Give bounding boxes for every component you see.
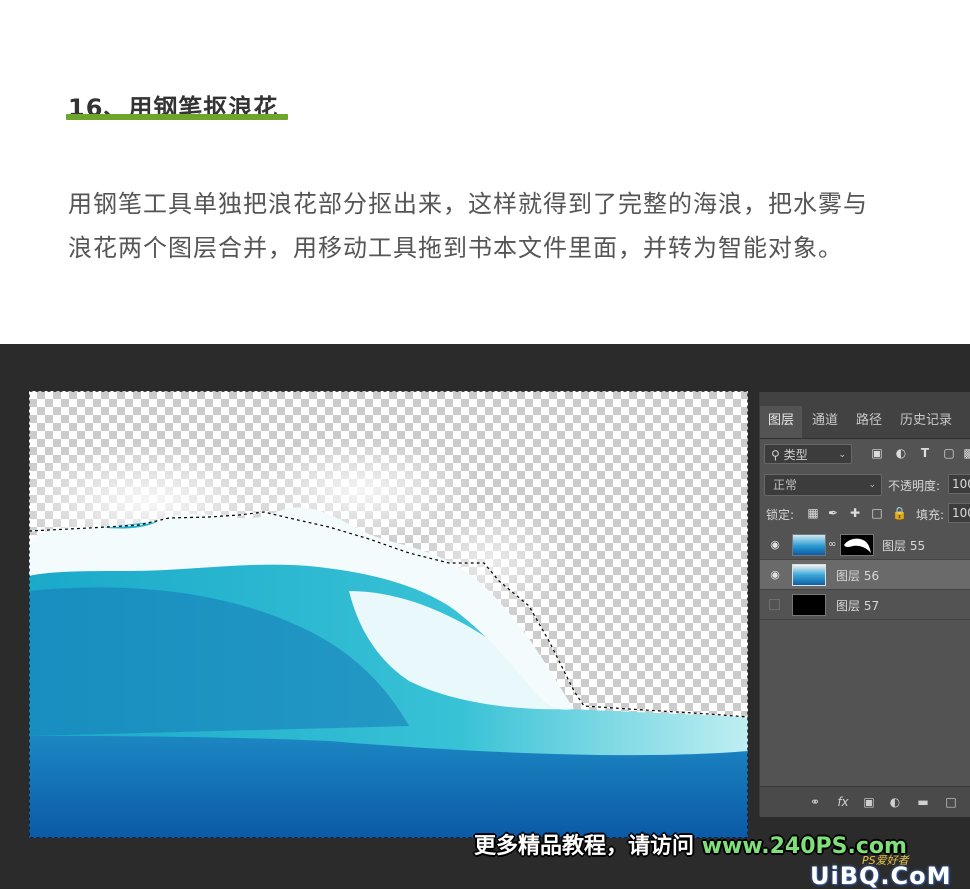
link-icon: ∞ — [828, 539, 837, 550]
blend-mode-value: 正常 — [773, 478, 798, 492]
layer-name: 图层 55 — [882, 539, 926, 553]
opacity-input[interactable]: 100% — [948, 474, 970, 494]
fill-input[interactable]: 100% — [948, 503, 970, 523]
layer-row[interactable]: 图层 57 — [760, 590, 970, 620]
layer-thumbnail — [792, 564, 826, 586]
chevron-down-icon: ⌄ — [868, 480, 876, 490]
tab-history[interactable]: 历史记录 — [892, 406, 960, 438]
layer-name: 图层 56 — [836, 569, 880, 583]
document-canvas[interactable] — [29, 391, 748, 838]
fx-icon[interactable]: fx — [836, 795, 850, 809]
lock-label: 锁定: — [766, 508, 795, 522]
group-folder-icon[interactable]: ▬ — [916, 795, 930, 809]
link-icon[interactable]: ⚭ — [808, 795, 822, 809]
search-icon: ⚲ — [771, 448, 780, 462]
watermark-logo: PS爱好者 UiBQ.CoM — [810, 854, 970, 890]
lock-paint-icon[interactable]: ✒ — [826, 506, 840, 520]
fill-label: 填充: — [916, 508, 945, 522]
filter-row: ⚲ 类型 ⌄ ▣ ◐ T ▢ ▩ — [760, 440, 970, 468]
lock-artboard-icon[interactable]: □ — [870, 506, 884, 520]
image-filter-icon[interactable]: ▣ — [870, 446, 884, 460]
layer-thumbnail — [792, 534, 826, 556]
watermark-logo-text: UiBQ.CoM — [810, 862, 952, 890]
adjustment-layer-icon[interactable]: ◐ — [888, 795, 902, 809]
tab-channels[interactable]: 通道 — [804, 406, 846, 438]
layer-thumbnail — [792, 594, 826, 616]
smart-filter-icon[interactable]: ▩ — [962, 446, 970, 460]
blend-row: 正常 ⌄ 不透明度: 100% — [760, 470, 970, 498]
adjustment-filter-icon[interactable]: ◐ — [894, 446, 908, 460]
heading-underline — [66, 114, 288, 120]
lock-all-icon[interactable]: 🔒 — [892, 506, 907, 520]
wave-image — [29, 391, 748, 838]
lock-transparent-icon[interactable]: ▦ — [806, 506, 820, 520]
chevron-down-icon: ⌄ — [838, 450, 846, 460]
step-description: 用钢笔工具单独把浪花部分抠出来，这样就得到了完整的海浪，把水雾与 浪花两个图层合… — [68, 182, 918, 270]
layer-name: 图层 57 — [836, 599, 880, 613]
layers-bottom-bar: ⚭ fx ▣ ◐ ▬ □ — [760, 786, 970, 817]
description-line-1: 用钢笔工具单独把浪花部分抠出来，这样就得到了完整的海浪，把水雾与 — [68, 190, 868, 218]
article-section: 16、用钢笔抠浪花 用钢笔工具单独把浪花部分抠出来，这样就得到了完整的海浪，把水… — [0, 0, 970, 344]
description-line-2: 浪花两个图层合并，用移动工具拖到书本文件里面，并转为智能对象。 — [68, 234, 843, 262]
panel-tabs: 图层 通道 路径 历史记录 — [760, 392, 970, 439]
lock-move-icon[interactable]: ✚ — [848, 506, 862, 520]
blend-mode-select[interactable]: 正常 ⌄ — [764, 474, 882, 496]
type-filter-icon[interactable]: T — [918, 446, 932, 460]
tab-paths[interactable]: 路径 — [848, 406, 890, 438]
mask-icon[interactable]: ▣ — [862, 795, 876, 809]
layer-mask-thumbnail — [840, 534, 874, 556]
layer-row[interactable]: ◉ ∞ 图层 55 — [760, 530, 970, 560]
layer-filter-select[interactable]: ⚲ 类型 ⌄ — [764, 444, 852, 464]
layer-row-selected[interactable]: ◉ 图层 56 — [760, 560, 970, 590]
eye-icon[interactable]: ◉ — [769, 569, 781, 581]
layers-panel: 图层 通道 路径 历史记录 ⚲ 类型 ⌄ ▣ ◐ T ▢ ▩ 正常 ⌄ 不透明度… — [759, 392, 970, 817]
new-layer-icon[interactable]: □ — [944, 795, 958, 809]
photoshop-screenshot: 图层 通道 路径 历史记录 ⚲ 类型 ⌄ ▣ ◐ T ▢ ▩ 正常 ⌄ 不透明度… — [0, 344, 970, 889]
filter-kind-label: 类型 — [783, 448, 808, 462]
tab-layers[interactable]: 图层 — [760, 406, 803, 438]
site-watermark: 更多精品教程，请访问 www.240PS.com — [474, 828, 907, 860]
visibility-toggle-off[interactable] — [769, 599, 780, 610]
opacity-label: 不透明度: — [888, 479, 941, 493]
eye-icon[interactable]: ◉ — [769, 539, 781, 551]
lock-row: 锁定: ▦ ✒ ✚ □ 🔒 填充: 100% — [760, 500, 970, 528]
shape-filter-icon[interactable]: ▢ — [942, 446, 956, 460]
watermark-text: 更多精品教程，请访问 — [474, 834, 695, 859]
